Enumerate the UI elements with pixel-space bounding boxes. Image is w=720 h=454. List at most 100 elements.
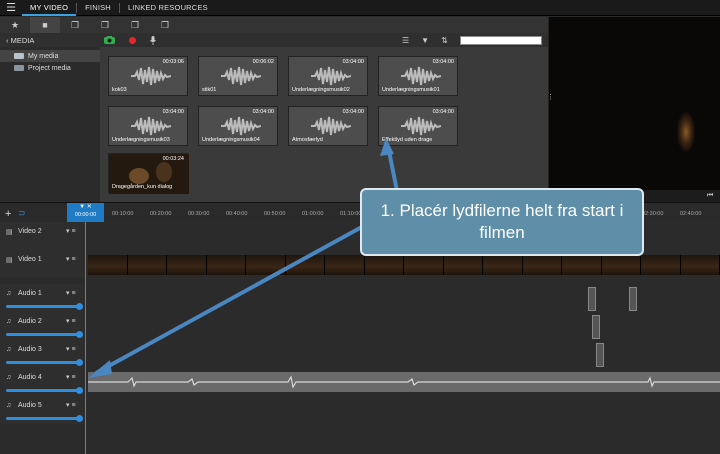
media-clip[interactable]: 03:04:00 Underlægningsmusik02 [288, 56, 368, 96]
media-clip[interactable]: 00:03:06 kok03 [108, 56, 188, 96]
volume-knob[interactable] [76, 303, 83, 310]
add-track-icon[interactable]: + [5, 208, 11, 220]
record-icon[interactable] [129, 36, 136, 44]
track-audio-4: ♫ Audio 4 ▾ ≡ [0, 368, 720, 396]
playhead-line[interactable] [85, 222, 86, 454]
audio-clip[interactable] [592, 315, 600, 339]
clip-name: kok03 [112, 87, 127, 93]
volume-slider[interactable] [6, 417, 78, 420]
clip-duration: 00:03:24 [162, 156, 184, 162]
track-menu-icon[interactable]: ▾ ≡ [66, 255, 76, 263]
track-menu-icon[interactable]: ▾ ≡ [66, 345, 76, 353]
star-icon[interactable]: ★ [0, 17, 30, 33]
audio-clip[interactable] [629, 287, 637, 311]
media-clip[interactable]: 03:04:00 Underlægningsmusik03 [108, 106, 188, 146]
playhead-handle[interactable]: ▼ ✕ 00:00:00 [67, 203, 104, 222]
track-menu-icon[interactable]: ▾ ≡ [66, 401, 76, 409]
track-audio-1: ♫ Audio 1 ▾ ≡ [0, 284, 720, 312]
folder-icon [14, 65, 24, 71]
video-clip-strip[interactable] [88, 255, 720, 275]
track-header: ♫ Audio 4 ▾ ≡ [0, 368, 85, 396]
image-layers-icon[interactable]: ❐ [120, 17, 150, 33]
volume-slider[interactable] [6, 305, 78, 308]
video-frame [680, 255, 720, 275]
list-view-icon[interactable]: ☰ [402, 36, 409, 45]
clip-duration: 03:04:00 [162, 109, 184, 115]
top-nav: MY VIDEO FINISH LINKED RESOURCES [22, 0, 216, 16]
media-clip[interactable]: 00:06:02 stik01 [198, 56, 278, 96]
track-menu-icon[interactable]: ▾ ≡ [66, 317, 76, 325]
volume-knob[interactable] [76, 359, 83, 366]
track-menu-icon[interactable]: ▾ ≡ [66, 373, 76, 381]
video-frame [404, 255, 444, 275]
audio-clip[interactable] [596, 343, 604, 367]
tab-linked-resources[interactable]: LINKED RESOURCES [120, 0, 216, 16]
playhead-icon: ▼ ✕ [79, 204, 92, 210]
track-lane[interactable] [86, 284, 720, 312]
music-note-icon: ♫ [6, 374, 12, 381]
track-header: ♫ Audio 5 ▾ ≡ [0, 396, 85, 424]
media-back-button[interactable]: ‹ MEDIA [0, 36, 100, 45]
sort-icon[interactable]: ⇅ [441, 36, 448, 45]
audio-clip[interactable] [588, 287, 596, 311]
video-preview[interactable]: ⏮ [548, 17, 720, 202]
panel-resize-handle[interactable]: ⋮ [547, 94, 554, 106]
tab-my-video[interactable]: MY VIDEO [22, 0, 77, 16]
track-menu-icon[interactable]: ▾ ≡ [66, 227, 76, 235]
media-search-input[interactable] [460, 36, 542, 45]
clip-name: Dragegården_kun dialog [112, 184, 173, 190]
audio-clip-waveform[interactable] [88, 372, 720, 392]
view-controls: ☰ ▼ ⇅ [402, 36, 448, 45]
music-note-icon: ♫ [6, 402, 12, 409]
volume-slider[interactable] [6, 333, 78, 336]
media-clip[interactable]: 03:04:00 Atmosfærlyd [288, 106, 368, 146]
media-folder-icon[interactable]: ■ [30, 17, 60, 33]
media-clip[interactable]: 03:04:00 Underlægningsmusik04 [198, 106, 278, 146]
tab-finish[interactable]: FINISH [77, 0, 119, 16]
track-audio-5: ♫ Audio 5 ▾ ≡ [0, 396, 720, 424]
volume-knob[interactable] [76, 331, 83, 338]
volume-knob[interactable] [76, 415, 83, 422]
clip-duration: 00:03:06 [162, 59, 184, 65]
music-note-icon: ♫ [6, 346, 12, 353]
track-header: ▤ Video 1 ▾ ≡ [0, 250, 85, 278]
media-clip[interactable]: 03:04:00 Effektlyd uden drage [378, 106, 458, 146]
video-frame [522, 255, 562, 275]
folder-icon [14, 53, 24, 59]
volume-knob[interactable] [76, 387, 83, 394]
magnet-icon[interactable]: ⊃ [18, 208, 26, 219]
audio-waveform-icon [311, 116, 351, 136]
timeline-empty-area [0, 424, 720, 454]
layers-icon[interactable]: ❐ [90, 17, 120, 33]
track-lane[interactable] [86, 340, 720, 368]
video-frame [167, 255, 207, 275]
camera-record-icon[interactable] [104, 36, 115, 44]
microphone-icon[interactable] [150, 35, 156, 45]
audio-waveform-icon [221, 66, 261, 86]
media-clip[interactable]: 03:04:00 Underlægningsmusik01 [378, 56, 458, 96]
video-frame [562, 255, 602, 275]
clip-name: Underlægningsmusik03 [112, 137, 170, 143]
volume-slider[interactable] [6, 361, 78, 364]
hamburger-icon[interactable]: ☰ [0, 0, 22, 16]
video-frame [285, 255, 325, 275]
track-lane[interactable] [86, 312, 720, 340]
folder-label: Project media [28, 64, 71, 72]
folder-my-media[interactable]: My media [0, 50, 100, 62]
image-stack-icon[interactable]: ❐ [150, 17, 180, 33]
filter-icon[interactable]: ▼ [421, 36, 429, 45]
music-note-icon: ♫ [6, 318, 12, 325]
stack-icon[interactable]: ❐ [60, 17, 90, 33]
clip-duration: 03:04:00 [252, 109, 274, 115]
track-lane[interactable] [86, 368, 720, 396]
track-lane[interactable] [86, 396, 720, 424]
folder-panel: My media Project media [0, 47, 100, 202]
ruler-tick: 00:20:00 [150, 211, 172, 217]
track-menu-icon[interactable]: ▾ ≡ [66, 289, 76, 297]
volume-slider[interactable] [6, 389, 78, 392]
clip-duration: 00:06:02 [252, 59, 274, 65]
folder-project-media[interactable]: Project media [0, 62, 100, 74]
track-label: Audio 2 [18, 318, 42, 325]
skip-back-icon[interactable]: ⏮ [707, 192, 713, 200]
media-clip-video[interactable]: 00:03:24 Dragegården_kun dialog [108, 153, 189, 194]
